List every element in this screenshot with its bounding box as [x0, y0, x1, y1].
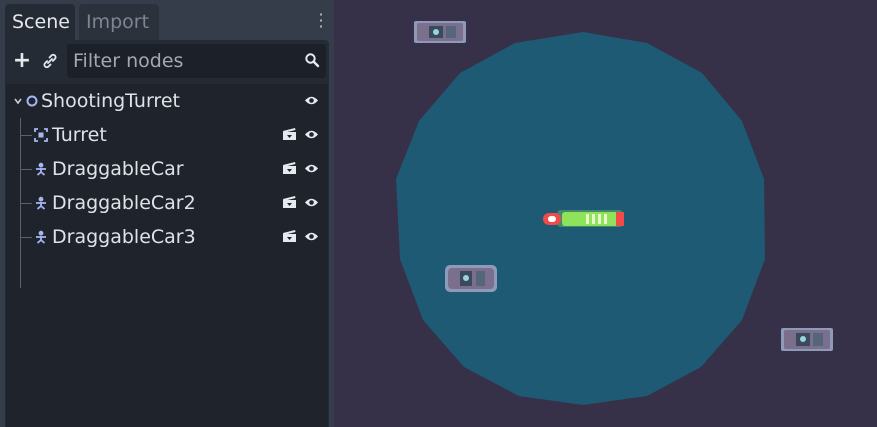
- tree-item-draggable-car-2[interactable]: DraggableCar2: [6, 186, 328, 220]
- node2d-icon: [26, 95, 38, 107]
- link-icon[interactable]: [37, 48, 63, 74]
- tree-item-draggable-car[interactable]: DraggableCar: [6, 152, 328, 186]
- dock-tab-bar: Scene Import · · ·: [0, 0, 334, 42]
- add-node-button[interactable]: +: [9, 48, 35, 74]
- visibility-eye-icon[interactable]: [304, 94, 319, 107]
- visibility-eye-icon[interactable]: [304, 128, 319, 141]
- tree-item-label: ShootingTurret: [41, 90, 180, 112]
- visibility-eye-icon[interactable]: [304, 230, 319, 243]
- tree-item-label: Turret: [52, 124, 107, 146]
- tab-import[interactable]: Import: [79, 4, 159, 40]
- area2d-icon: [34, 128, 48, 142]
- dock-menu-icon[interactable]: · · ·: [316, 7, 326, 35]
- visibility-eye-icon[interactable]: [304, 196, 319, 209]
- tree-item-label: DraggableCar: [52, 158, 184, 180]
- open-scene-icon[interactable]: [282, 127, 297, 141]
- scene-toolbar: +: [5, 40, 329, 82]
- car-sprite[interactable]: [414, 21, 466, 43]
- kinematic-body-icon: [36, 230, 46, 244]
- tree-item-draggable-car-3[interactable]: DraggableCar3: [6, 220, 328, 254]
- visibility-eye-icon[interactable]: [304, 162, 319, 175]
- scene-panel: + Filter nodes ShootingTurret Turret Dra…: [5, 40, 329, 427]
- filter-nodes-input[interactable]: [67, 44, 304, 78]
- tree-item-label: DraggableCar3: [52, 226, 196, 248]
- tab-scene[interactable]: Scene: [5, 4, 75, 40]
- 2d-viewport[interactable]: [334, 0, 877, 427]
- open-scene-icon[interactable]: [282, 195, 297, 209]
- kinematic-body-icon: [36, 196, 46, 210]
- search-icon[interactable]: [304, 52, 320, 68]
- open-scene-icon[interactable]: [282, 161, 297, 175]
- tree-item-turret[interactable]: Turret: [6, 118, 328, 152]
- tree-item-root[interactable]: ShootingTurret: [6, 84, 328, 118]
- scene-tree[interactable]: ShootingTurret Turret DraggableCar Dragg…: [6, 84, 328, 427]
- kinematic-body-icon: [36, 162, 46, 176]
- open-scene-icon[interactable]: [282, 229, 297, 243]
- scene-dock: Scene Import · · · + Filter nodes Shooti…: [0, 0, 334, 427]
- car-sprite[interactable]: [781, 328, 833, 351]
- car-sprite[interactable]: [445, 265, 497, 292]
- tree-item-label: DraggableCar2: [52, 192, 196, 214]
- filter-nodes-field[interactable]: [67, 44, 326, 78]
- chevron-down-icon[interactable]: [13, 96, 23, 106]
